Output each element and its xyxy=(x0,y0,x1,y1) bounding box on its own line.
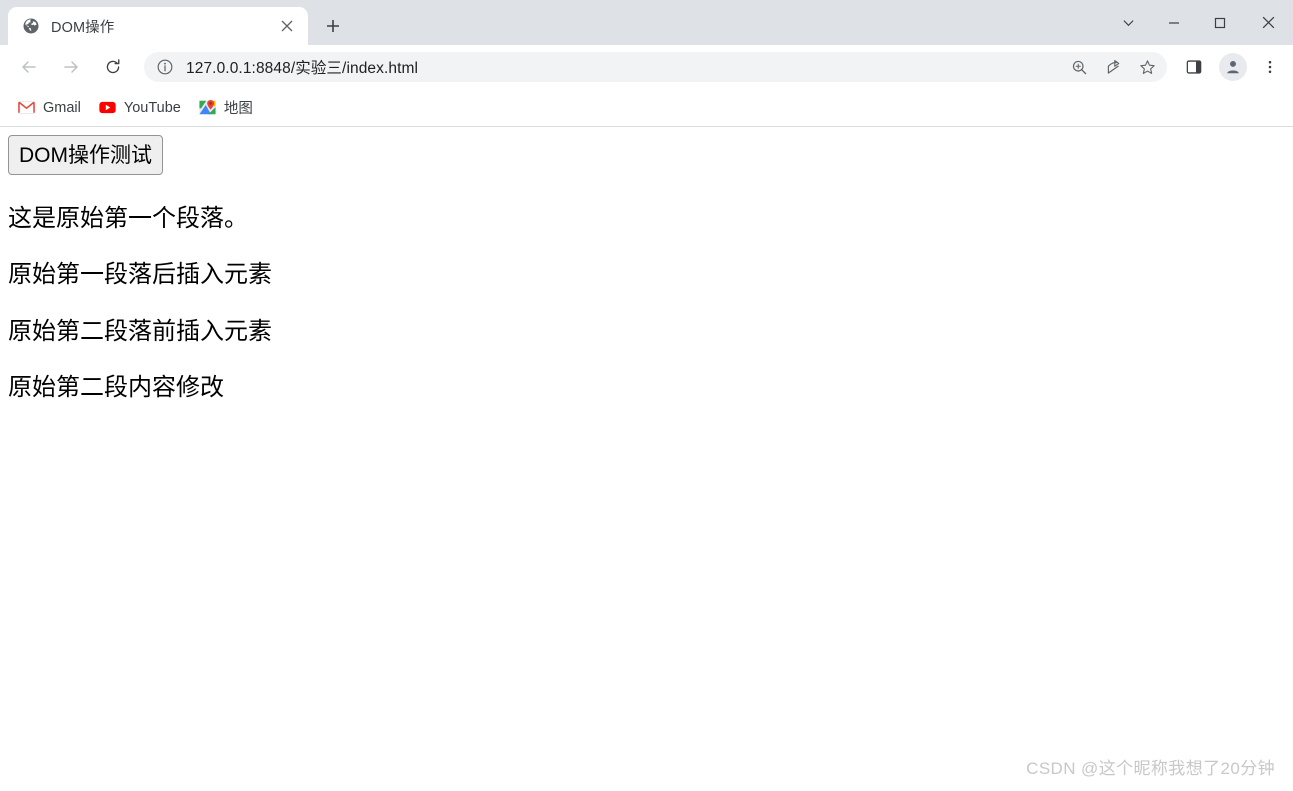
bookmark-label: Gmail xyxy=(43,99,81,116)
arrow-right-icon xyxy=(64,61,78,73)
bookmark-star-button[interactable] xyxy=(1133,53,1161,81)
reload-icon xyxy=(106,59,120,74)
new-tab-button[interactable] xyxy=(318,11,348,41)
star-icon xyxy=(1139,59,1155,74)
tab-strip: DOM操作 xyxy=(0,0,1293,45)
chevron-down-icon xyxy=(1122,20,1134,27)
browser-window: DOM操作 127.0.0.1:8848/实验三/index.html Gmai… xyxy=(0,0,1293,791)
profile-avatar[interactable] xyxy=(1219,53,1247,81)
maximize-icon xyxy=(1214,17,1226,28)
google-maps-icon xyxy=(199,100,216,115)
youtube-icon xyxy=(99,101,116,114)
close-icon xyxy=(1262,16,1274,29)
bookmark-maps[interactable]: 地图 xyxy=(191,95,261,121)
person-icon xyxy=(1227,60,1239,74)
address-bar[interactable]: 127.0.0.1:8848/实验三/index.html xyxy=(144,52,1167,82)
browser-tab[interactable]: DOM操作 xyxy=(8,7,308,45)
bookmark-label: 地图 xyxy=(223,101,253,117)
arrow-left-icon xyxy=(22,61,36,73)
address-bar-url: 127.0.0.1:8848/实验三/index.html xyxy=(186,60,419,77)
info-circle-icon[interactable] xyxy=(156,58,174,76)
close-window-button[interactable] xyxy=(1243,5,1293,41)
forward-button[interactable] xyxy=(56,52,86,82)
zoom-indicator-button[interactable] xyxy=(1065,53,1093,81)
browser-toolbar: 127.0.0.1:8848/实验三/index.html xyxy=(0,45,1293,89)
tab-title: DOM操作 xyxy=(51,19,115,36)
back-button[interactable] xyxy=(14,52,44,82)
zoom-in-icon xyxy=(1072,60,1086,74)
paragraph-second-modified: 原始第二段内容修改 xyxy=(8,373,224,401)
share-button[interactable] xyxy=(1099,53,1127,81)
reload-button[interactable] xyxy=(98,52,128,82)
csdn-watermark: CSDN @这个昵称我想了20分钟 xyxy=(1026,759,1275,778)
chrome-menu-button[interactable] xyxy=(1255,52,1285,82)
globe-icon xyxy=(23,18,39,34)
side-panel-icon xyxy=(1186,60,1202,74)
bookmarks-bar: Gmail YouTube 地图 xyxy=(0,89,1293,127)
minimize-button[interactable] xyxy=(1151,5,1197,41)
dom-operation-test-button[interactable]: DOM操作测试 xyxy=(8,135,163,175)
bookmark-gmail[interactable]: Gmail xyxy=(10,95,89,121)
paragraph-original-first: 这是原始第一个段落。 xyxy=(8,205,248,232)
page-viewport: DOM操作测试 这是原始第一个段落。 原始第一段落后插入元素 原始第二段落前插入… xyxy=(0,127,1293,791)
gmail-icon xyxy=(18,101,35,114)
share-icon xyxy=(1107,59,1119,74)
omnibox-actions xyxy=(1059,53,1161,81)
minimize-icon xyxy=(1169,21,1179,24)
paragraph-inserted-before-second: 原始第二段落前插入元素 xyxy=(8,317,272,345)
bookmark-label: YouTube xyxy=(123,99,181,116)
paragraph-inserted-after-first: 原始第一段落后插入元素 xyxy=(8,261,272,289)
close-icon xyxy=(281,20,293,32)
three-dot-menu-icon xyxy=(1268,60,1272,74)
bookmark-youtube[interactable]: YouTube xyxy=(91,95,189,121)
tab-search-button[interactable] xyxy=(1105,5,1151,41)
window-controls xyxy=(1105,0,1293,45)
side-panel-button[interactable] xyxy=(1179,52,1209,82)
plus-icon xyxy=(327,20,339,32)
maximize-button[interactable] xyxy=(1197,5,1243,41)
tab-close-button[interactable] xyxy=(276,15,298,37)
